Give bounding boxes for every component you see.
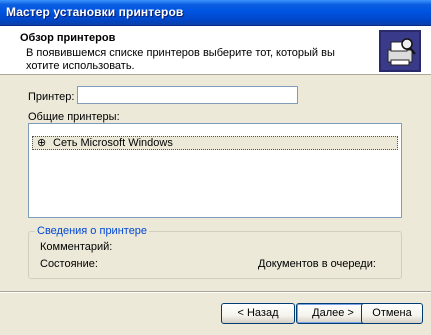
window-title: Мастер установки принтеров [6,5,184,19]
list-item-label: Сеть Microsoft Windows [53,137,173,149]
button-separator [0,291,431,293]
cancel-button[interactable]: Отмена [361,303,423,324]
wizard-header: Обзор принтеров В появившемся списке при… [0,26,431,75]
title-bar[interactable]: Мастер установки принтеров [0,0,431,26]
back-button[interactable]: < Назад [221,303,295,324]
printer-label: Принтер: [28,91,75,103]
documents-queue-label: Документов в очереди: [258,258,376,270]
status-label: Состояние: [40,258,98,270]
printer-details-group [28,231,402,279]
printer-name-input[interactable] [77,86,298,104]
header-subtitle: В появившемся списке принтеров выберите … [26,47,335,72]
printer-details-legend: Сведения о принтере [35,225,150,237]
network-icon: ⊕ [37,137,47,149]
next-button[interactable]: Далее > [296,303,370,324]
shared-printers-list[interactable]: ⊕ Сеть Microsoft Windows [28,123,402,218]
printer-wizard-window: Мастер установки принтеров Обзор принтер… [0,0,431,335]
header-title: Обзор принтеров [20,32,116,44]
list-item[interactable]: ⊕ Сеть Microsoft Windows [32,136,398,150]
printer-search-icon [379,30,421,72]
shared-printers-label: Общие принтеры: [28,111,120,123]
comment-label: Комментарий: [40,241,113,253]
